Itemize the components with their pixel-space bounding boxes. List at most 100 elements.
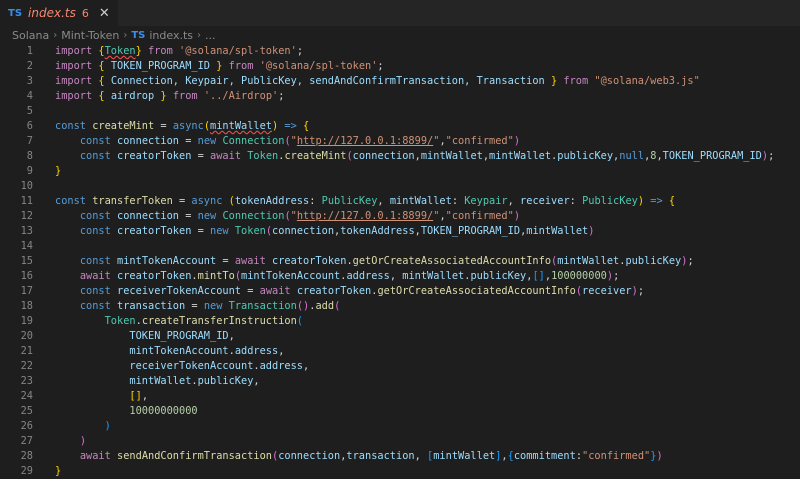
code-token: = (172, 195, 192, 207)
breadcrumb-item-mint-token[interactable]: Mint-Token (61, 29, 119, 42)
code-token: ) (656, 450, 663, 462)
line-number: 2 (26, 60, 33, 72)
code-line[interactable]: 24 [], (0, 389, 800, 404)
line-number: 20 (20, 330, 33, 342)
close-icon[interactable]: ✕ (99, 6, 110, 21)
code-token: import (55, 60, 99, 72)
tab-index-ts[interactable]: TS index.ts 6 ✕ (0, 0, 118, 26)
code-token: from (141, 45, 180, 57)
code-line[interactable]: 23 mintWallet.publicKey, (0, 374, 800, 389)
code-token: , (414, 450, 428, 462)
code-line[interactable]: 10 (0, 179, 800, 194)
code-line[interactable]: 26 ) (0, 419, 800, 434)
code-token: add (315, 300, 335, 312)
line-number: 6 (26, 120, 33, 132)
code-line[interactable]: 2 import { TOKEN_PROGRAM_ID } from '@sola… (0, 59, 800, 74)
code-token: address (259, 360, 304, 372)
code-token: creatorToken (117, 270, 192, 282)
code-text: const creatorToken = new Token(connectio… (55, 224, 800, 239)
code-token: } (544, 75, 558, 87)
code-token: tokenAddress (340, 225, 415, 237)
code-line[interactable]: 5 (0, 104, 800, 119)
typescript-file-icon: TS (8, 7, 23, 19)
line-number: 12 (20, 210, 33, 222)
breadcrumb-item-more[interactable]: ... (205, 29, 216, 42)
code-line[interactable]: 25 10000000000 (0, 404, 800, 419)
code-line[interactable]: 16 await creatorToken.mintTo(mintTokenAc… (0, 269, 800, 284)
code-token: await (79, 270, 118, 282)
code-line[interactable]: 17 const receiverTokenAccount = await cr… (0, 284, 800, 299)
code-token: mintTokenAccount (129, 345, 229, 357)
code-line[interactable]: 1 import {Token} from '@solana/spl-token'… (0, 44, 800, 59)
line-number: 17 (20, 285, 33, 297)
typescript-file-icon: TS (131, 29, 146, 41)
code-token: } (55, 165, 62, 177)
code-token: Transaction (228, 300, 297, 312)
code-token: Keypair (464, 195, 508, 207)
code-token: ; (768, 150, 775, 162)
code-token: Token (104, 315, 136, 327)
code-line[interactable]: 4 import { airdrop } from '../Airdrop'; (0, 89, 800, 104)
code-line[interactable]: 9} (0, 164, 800, 179)
code-token: getOrCreateAssociatedAccountInfo (352, 255, 552, 267)
code-line[interactable]: 27 ) (0, 434, 800, 449)
code-token: connection (117, 135, 180, 147)
line-number: 23 (20, 375, 33, 387)
line-number: 24 (20, 390, 33, 402)
line-number: 11 (20, 195, 33, 207)
code-token: from (557, 75, 595, 87)
breadcrumb-item-solana[interactable]: Solana (12, 29, 49, 42)
code-token: ; (377, 60, 384, 72)
code-token: airdrop (110, 90, 155, 102)
code-line[interactable]: 28 await sendAndConfirmTransaction(conne… (0, 449, 800, 464)
code-line[interactable]: 29} (0, 464, 800, 479)
code-token: publicKey (557, 150, 614, 162)
code-token: ; (296, 45, 304, 57)
code-line[interactable]: 8 const creatorToken = await Token.creat… (0, 149, 800, 164)
code-token: ) (588, 225, 595, 237)
code-text: const transferToken = async (tokenAddres… (55, 194, 800, 209)
code-line[interactable]: 6 const createMint = async(mintWallet) =>… (0, 119, 800, 134)
line-number: 8 (26, 150, 33, 162)
code-line[interactable]: 12 const connection = new Connection("ht… (0, 209, 800, 224)
code-token: '@solana/spl-token' (179, 45, 297, 57)
breadcrumb-item-file[interactable]: index.ts (149, 29, 193, 42)
code-line[interactable]: 13 const creatorToken = new Token(connec… (0, 224, 800, 239)
code-text: import {Token} from '@solana/spl-token'; (55, 44, 800, 59)
code-line[interactable]: 21 mintTokenAccount.address, (0, 344, 800, 359)
code-token: async (191, 195, 229, 207)
line-number: 4 (26, 90, 33, 102)
code-token: sendAndConfirmTransaction (117, 450, 272, 462)
code-token: { (98, 90, 111, 102)
code-editor[interactable]: 1 import {Token} from '@solana/spl-token'… (0, 44, 800, 479)
code-token: creatorToken (272, 255, 347, 267)
code-token: mintWallet (420, 150, 483, 162)
code-line[interactable]: 11 const transferToken = async (tokenAddr… (0, 194, 800, 209)
code-token: creatorToken (117, 225, 192, 237)
code-token: connection (352, 150, 415, 162)
line-number: 27 (20, 435, 33, 447)
code-token: () (296, 300, 310, 312)
code-token: { (98, 60, 111, 72)
code-token: = (185, 300, 204, 312)
code-token: ) (104, 420, 111, 432)
code-token: => (644, 195, 669, 207)
code-line[interactable]: 15 const mintTokenAccount = await creato… (0, 254, 800, 269)
code-token: } (210, 60, 223, 72)
code-token: new (203, 300, 229, 312)
code-line[interactable]: 7 const connection = new Connection("htt… (0, 134, 800, 149)
code-line[interactable]: 22 receiverTokenAccount.address, (0, 359, 800, 374)
code-line[interactable]: 19 Token.createTransferInstruction( (0, 314, 800, 329)
code-token: [] (532, 270, 545, 282)
code-token: const (79, 210, 118, 222)
code-token: , (278, 345, 285, 357)
code-line[interactable]: 18 const transaction = new Transaction()… (0, 299, 800, 314)
code-line[interactable]: 20 TOKEN_PROGRAM_ID, (0, 329, 800, 344)
code-line[interactable]: 3 import { Connection, Keypair, PublicKey… (0, 74, 800, 89)
code-text: Token.createTransferInstruction( (55, 314, 800, 329)
code-line[interactable]: 14 (0, 239, 800, 254)
code-text: [], (55, 389, 800, 404)
